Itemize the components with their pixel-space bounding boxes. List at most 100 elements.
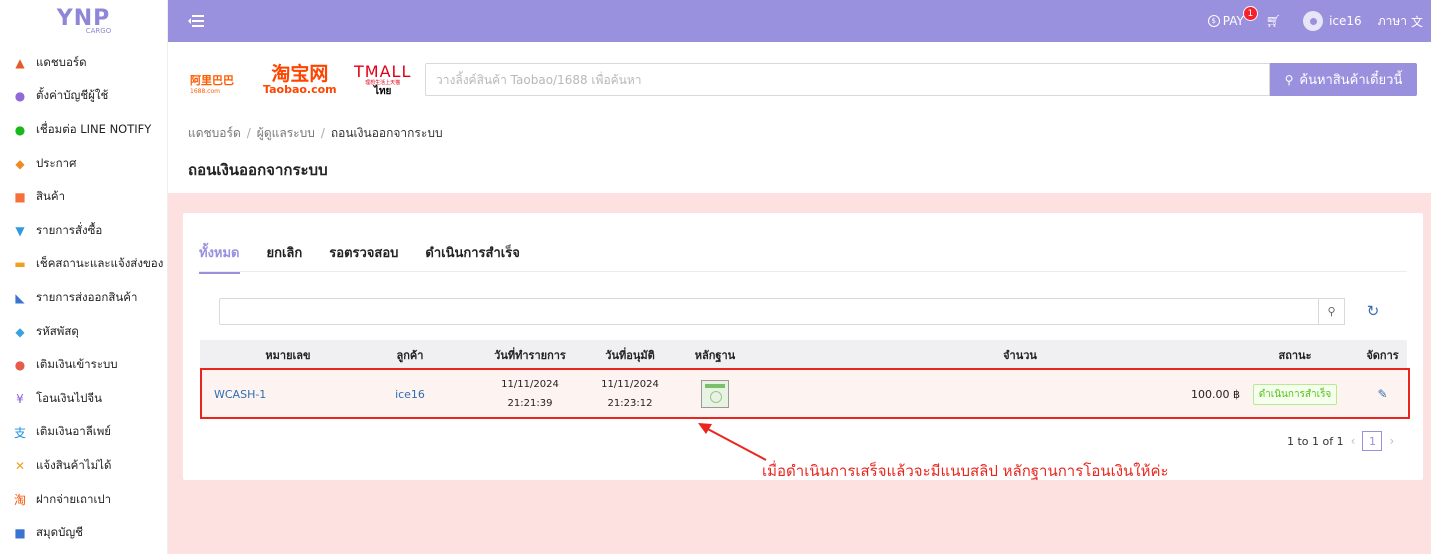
header-right: $ PAY 1 🛒︎ ice16 ภาษา 文 — [1207, 0, 1431, 42]
sidebar-item-13[interactable]: 淘 ฝากจ่ายเถาเปา — [0, 483, 167, 517]
table-header: หมายเลข ลูกค้า วันที่ทำรายการ วันที่อนุม… — [200, 340, 1407, 369]
pay-button[interactable]: $ PAY 1 — [1207, 6, 1258, 28]
table-row: WCASH-1 ice16 11/11/2024 21:21:39 11/11/… — [200, 369, 1407, 419]
breadcrumb-admin[interactable]: ผู้ดูแลระบบ — [257, 126, 315, 140]
breadcrumb-dashboard[interactable]: แดชบอร์ด — [188, 126, 241, 140]
created-datetime: 11/11/2024 21:21:39 — [485, 369, 575, 419]
brand-1688-logo[interactable]: 阿里巴巴 1688.com — [190, 72, 234, 95]
sidebar-item-1[interactable]: ● ตั้งค่าบัญชีผู้ใช้ — [0, 80, 167, 114]
cart-icon[interactable]: 🛒︎ — [1266, 14, 1281, 28]
brand-tmall-th: ไทย — [373, 86, 392, 97]
transfer-slip-thumbnail[interactable] — [701, 380, 729, 408]
tab-completed[interactable]: ดำเนินการสำเร็จ — [425, 242, 519, 274]
sidebar-item-label: รายการสั่งซื้อ — [36, 222, 103, 237]
pay-label: PAY — [1222, 14, 1244, 28]
status-cell: ดำเนินการสำเร็จ — [1240, 369, 1350, 419]
created-date: 11/11/2024 — [501, 379, 559, 390]
sidebar-item-0[interactable]: ▲ แดชบอร์ด — [0, 46, 167, 80]
customer-link[interactable]: ice16 — [370, 369, 450, 419]
edit-icon[interactable]: ✎ — [1360, 369, 1405, 419]
sidebar-item-5[interactable]: ▼ รายการสั่งซื้อ — [0, 214, 167, 248]
megaphone-icon: ◆ — [15, 156, 25, 171]
username[interactable]: ice16 — [1329, 14, 1362, 28]
breadcrumb-separator: / — [320, 126, 325, 140]
coin-icon: $ — [1207, 15, 1220, 27]
col-header-created[interactable]: วันที่ทำรายการ — [485, 340, 575, 369]
brand-taobao-logo[interactable]: 淘宝网 Taobao.com — [263, 64, 337, 96]
sidebar-item-9[interactable]: ● เติมเงินเข้าระบบ — [0, 348, 167, 382]
created-time: 21:21:39 — [507, 398, 553, 409]
chart-icon: ▲ — [15, 55, 25, 70]
sidebar-item-label: เติมเงินเข้าระบบ — [36, 357, 118, 372]
sidebar-item-3[interactable]: ◆ ประกาศ — [0, 147, 167, 181]
sidebar-item-label: ประกาศ — [36, 155, 77, 170]
logo[interactable]: YNP CARGO — [0, 0, 167, 42]
brand-tmall-main: TMALL — [354, 62, 412, 81]
sidebar-item-12[interactable]: ✕ แจ้งสินค้าไม่ได้ — [0, 449, 167, 483]
tab-pending[interactable]: รอตรวจสอบ — [329, 242, 398, 274]
taobao-icon: 淘 — [13, 493, 26, 508]
shopping-bag-icon: ■ — [14, 190, 26, 205]
sidebar-menu: ▲ แดชบอร์ด ● ตั้งค่าบัญชีผู้ใช้ ● เชื่อมต่อ L… — [0, 42, 167, 550]
col-header-id[interactable]: หมายเลข — [208, 340, 328, 369]
status-badge: ดำเนินการสำเร็จ — [1252, 383, 1338, 405]
basket-icon: ▼ — [15, 223, 25, 238]
col-header-amount[interactable]: จำนวน — [900, 340, 1140, 369]
withdrawal-id-link[interactable]: WCASH-1 — [208, 369, 328, 419]
wallet-icon: ■ — [14, 526, 26, 541]
sidebar-item-label: สินค้า — [36, 189, 66, 204]
line-icon: ● — [14, 122, 26, 137]
proof-cell — [680, 369, 750, 419]
report-icon: ✕ — [14, 458, 26, 473]
pagination-prev-icon[interactable]: ‹ — [1351, 434, 1356, 448]
sidebar-item-4[interactable]: ■ สินค้า — [0, 180, 167, 214]
table-search-input[interactable] — [219, 298, 1319, 325]
col-header-actions: จัดการ — [1366, 348, 1399, 362]
sidebar-item-label: ตั้งค่าบัญชีผู้ใช้ — [36, 88, 109, 103]
pagination-page-current[interactable]: 1 — [1362, 431, 1383, 451]
cart-export-icon: ◣ — [15, 290, 25, 305]
brand-1688-main: 阿里巴巴 — [190, 74, 234, 87]
refresh-icon[interactable]: ↻ — [1365, 302, 1381, 320]
avatar[interactable] — [1303, 11, 1324, 31]
sidebar-item-11[interactable]: 支 เติมเงินอาลีเพย์ — [0, 416, 167, 450]
annotation-arrow — [698, 423, 767, 461]
yuan-icon: ¥ — [16, 391, 24, 406]
sidebar-item-label: เชื่อมต่อ LINE NOTIFY — [36, 121, 152, 136]
menu-toggle-icon[interactable] — [188, 14, 204, 28]
tab-cancelled[interactable]: ยกเลิก — [267, 242, 303, 274]
annotation-text: เมื่อดำเนินการเสร็จแล้วจะมีแนบสลิป หลักฐ… — [762, 462, 1169, 480]
sidebar-item-10[interactable]: ¥ โอนเงินไปจีน — [0, 382, 167, 416]
box-icon: ◆ — [15, 324, 25, 339]
col-header-approved[interactable]: วันที่อนุมัติ — [585, 340, 675, 369]
table-search-icon[interactable]: ⚲ — [1318, 298, 1345, 325]
tab-all[interactable]: ทั้งหมด — [199, 242, 240, 274]
search-now-button[interactable]: ⚲ ค้นหาสินค้าเดี๋ยวนี้ — [1270, 63, 1417, 96]
sidebar-item-label: เติมเงินอาลีเพย์ — [36, 424, 112, 439]
pagination: 1 to 1 of 1 ‹ 1 › — [1287, 431, 1401, 451]
col-header-customer[interactable]: ลูกค้า — [370, 340, 450, 369]
col-header-status[interactable]: สถานะ — [1240, 340, 1350, 369]
logo-subtext: CARGO — [85, 26, 112, 35]
translate-icon[interactable]: 文 — [1411, 13, 1423, 30]
product-link-search-input[interactable] — [425, 63, 1270, 96]
breadcrumb-separator: / — [246, 126, 251, 140]
brand-taobao-sub: Taobao.com — [263, 83, 337, 96]
search-strip: 阿里巴巴 1688.com 淘宝网 Taobao.com TMALL 理想生活上… — [168, 42, 1431, 117]
sidebar-item-8[interactable]: ◆ รหัสพัสดุ — [0, 315, 167, 349]
sidebar-item-14[interactable]: ■ สมุดบัญชี — [0, 516, 167, 550]
sidebar-item-7[interactable]: ◣ รายการส่งออกสินค้า — [0, 281, 167, 315]
brand-tmall-logo[interactable]: TMALL 理想生活上天猫 ไทย — [354, 64, 411, 97]
pagination-next-icon[interactable]: › — [1389, 434, 1394, 448]
sidebar-item-label: ฝากจ่ายเถาเปา — [36, 491, 112, 506]
sidebar-item-label: แดชบอร์ด — [36, 54, 87, 69]
sidebar-item-label: เช็คสถานะและแจ้งส่งของ — [36, 256, 164, 271]
approved-time: 21:23:12 — [607, 398, 653, 409]
sidebar-item-label: โอนเงินไปจีน — [36, 390, 103, 405]
sidebar-item-6[interactable]: ▬ เช็คสถานะและแจ้งส่งของ — [0, 248, 167, 282]
sidebar-item-2[interactable]: ● เชื่อมต่อ LINE NOTIFY — [0, 113, 167, 147]
language-button[interactable]: ภาษา — [1378, 12, 1407, 31]
page-title: ถอนเงินออกจากระบบ — [188, 161, 328, 179]
user-settings-icon: ● — [14, 89, 26, 104]
brand-taobao-main: 淘宝网 — [271, 63, 329, 85]
